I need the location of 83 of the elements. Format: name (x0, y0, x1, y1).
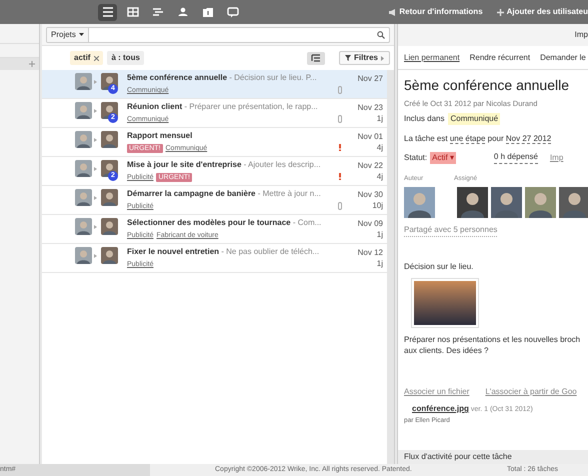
avatar (101, 189, 118, 206)
avatar (75, 102, 92, 119)
description-text: Décision sur le lieu. (404, 261, 474, 273)
due-date: Nov 01 (358, 131, 383, 142)
scope-dropdown[interactable]: Projets (47, 28, 89, 42)
avatar (75, 131, 92, 148)
task-title[interactable]: 5ème conférence annuelle - Décision sur le lieu. P... (127, 73, 333, 83)
remove-icon[interactable] (94, 56, 100, 60)
arrow-icon (94, 166, 97, 170)
avatar (75, 218, 92, 235)
task-title[interactable]: Mise à jour le site d'entreprise - Ajouter les descrip... (127, 160, 333, 170)
due-date: Nov 12 (358, 247, 383, 258)
filter-chip[interactable]: actif (70, 51, 104, 65)
arrow-icon (94, 254, 97, 258)
arrow-icon (94, 138, 97, 142)
shared-link[interactable]: Partagé avec 5 personnes (404, 224, 498, 237)
avatar (559, 187, 588, 218)
avatar (75, 247, 92, 264)
avatar (457, 187, 488, 218)
avatar (101, 102, 118, 119)
avatar (101, 73, 118, 90)
duration: 1j (376, 113, 383, 124)
due-date: Nov 09 (358, 218, 383, 229)
attach-link[interactable]: L'associer à partir de Goo (485, 386, 577, 398)
due-date: Nov 23 (358, 102, 383, 113)
activity-feed-header[interactable]: Flux d'activité pour cette tâche (398, 450, 588, 464)
photo-placeholder (411, 278, 479, 328)
task-title[interactable]: Fixer le nouvel entretien - Ne pas oublier de téléch... (127, 247, 333, 257)
avatar (75, 189, 92, 206)
arrow-icon (94, 108, 97, 112)
scrollbar[interactable] (387, 70, 394, 464)
action-link[interactable]: Rendre récurrent (470, 52, 530, 64)
duration: 4j (376, 171, 383, 182)
avatar (404, 187, 435, 218)
file-link[interactable]: conférence.jpg (412, 403, 469, 415)
filter-button[interactable]: Filtres (338, 51, 390, 65)
importance-link[interactable]: Imp (550, 152, 564, 164)
status-label: Statut: (404, 152, 428, 164)
arrow-icon (94, 224, 97, 228)
time-spent-link[interactable]: 0 h dépensé (494, 151, 538, 164)
avatar (101, 247, 118, 264)
feedback-link[interactable]: Retour d'informations (399, 6, 483, 18)
duration: 4j (376, 142, 383, 153)
action-link[interactable]: Demander le (540, 52, 586, 64)
due-date: Nov 22 (358, 160, 383, 171)
funnel-icon (344, 55, 351, 61)
caret-icon (78, 33, 84, 36)
milestone-text: La tâche est une étape pour Nov 27 2012 (404, 133, 552, 146)
arrow-icon (94, 196, 97, 200)
avatar (525, 187, 556, 218)
attach-link[interactable]: Associer un fichier (404, 386, 470, 398)
avatar (75, 160, 92, 177)
plus-icon (496, 8, 504, 16)
task-title[interactable]: Rapport mensuel (127, 131, 333, 141)
folder-tag[interactable]: Communiqué (448, 113, 500, 126)
avatar (75, 73, 92, 90)
filter-chip[interactable]: à : tous (107, 51, 144, 65)
arrow-icon (94, 80, 97, 84)
avatar (101, 218, 118, 235)
duration: 1j (376, 229, 383, 240)
included-label: Inclus dans (404, 113, 444, 126)
add-users-link[interactable]: Ajouter des utilisateu (506, 6, 588, 18)
due-date: Nov 30 (358, 189, 383, 200)
import-label[interactable]: Imp (574, 29, 588, 41)
status-dropdown[interactable]: Actif ▾ (430, 152, 456, 164)
task-title[interactable]: Réunion client - Préparer une présentation, le rapp... (127, 102, 333, 112)
task-title[interactable]: Sélectionner des modèles pour le tournace - Com... (127, 218, 333, 228)
avatar (101, 160, 118, 177)
description-text: Préparer nos présentations et les nouvelles broch aux clients. Des idées ? (404, 334, 582, 356)
task-title: 5ème conférence annuelle (404, 76, 570, 94)
avatar (491, 187, 522, 218)
chevron-icon (381, 56, 384, 60)
tree-view-icon[interactable] (306, 52, 325, 64)
search-field[interactable]: Projets (46, 26, 390, 42)
due-date: Nov 27 (358, 73, 383, 84)
task-title[interactable]: Démarrer la campagne de banière - Mettre à jour n... (127, 189, 333, 199)
avatar (101, 131, 118, 148)
duration: 1j (376, 258, 383, 269)
search-icon[interactable] (377, 30, 385, 38)
megaphone-icon (389, 8, 396, 16)
permalink-link[interactable]: Lien permanent (404, 52, 460, 64)
duration: 10j (372, 200, 383, 211)
list-icon[interactable] (98, 4, 117, 20)
